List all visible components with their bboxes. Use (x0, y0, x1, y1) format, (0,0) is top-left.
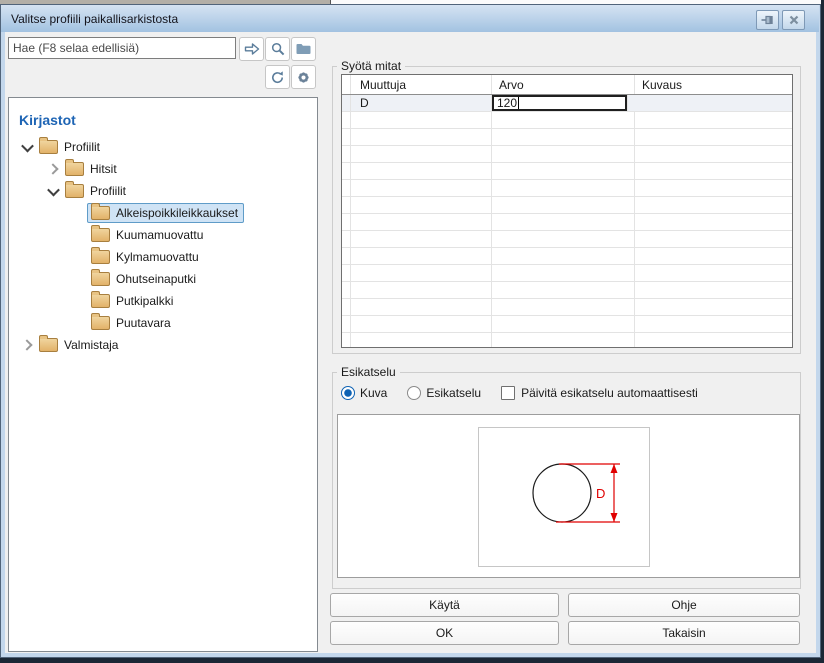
preview-controls: Kuva Esikatselu Päivitä esikatselu autom… (341, 386, 718, 400)
search-input[interactable] (8, 37, 236, 59)
dimension-d-label: D (596, 486, 605, 501)
column-header-muuttuja[interactable]: Muuttuja (351, 75, 492, 94)
table-row-empty[interactable] (342, 265, 792, 282)
preview-canvas: D (337, 414, 800, 578)
refresh-button[interactable] (265, 65, 290, 89)
folder-icon (91, 228, 110, 242)
dimension-table-empty-rows (342, 112, 792, 348)
folder-icon (91, 250, 110, 264)
tree-item-kuumamuovattu[interactable]: Kuumamuovattu (9, 224, 317, 246)
chevron-right-icon[interactable] (45, 161, 61, 177)
tree-item-ohutseinaputki[interactable]: Ohutseinaputki (9, 268, 317, 290)
profile-preview-image: D (478, 427, 650, 567)
text-caret (518, 97, 519, 109)
help-button[interactable]: Ohje (568, 593, 800, 617)
tree-item-putkipalkki[interactable]: Putkipalkki (9, 290, 317, 312)
table-row-empty[interactable] (342, 333, 792, 348)
tree-heading: Kirjastot (19, 112, 317, 128)
folder-icon (39, 338, 58, 352)
folder-icon (65, 162, 84, 176)
folder-icon (91, 206, 110, 220)
circle-profile-drawing: D (479, 428, 649, 566)
table-row-empty[interactable] (342, 214, 792, 231)
dialog-title: Valitse profiili paikallisarkistosta (11, 12, 178, 26)
apply-button[interactable]: Käytä (330, 593, 559, 617)
table-row-empty[interactable] (342, 163, 792, 180)
value-input[interactable]: 120 (492, 95, 627, 111)
library-tree-panel: Kirjastot Profiilit Hitsit Profiilit Alk… (8, 97, 318, 652)
radio-esikatselu-label[interactable]: Esikatselu (426, 386, 481, 400)
tree-item-alkeispoikkileikkaukset[interactable]: Alkeispoikkileikkaukset (9, 202, 317, 224)
screen: Valitse profiili paikallisarkistosta (0, 0, 824, 663)
tree-item-valmistaja[interactable]: Valmistaja (9, 334, 317, 356)
table-row-empty[interactable] (342, 282, 792, 299)
cell-description-d[interactable] (628, 95, 792, 111)
table-row-empty[interactable] (342, 248, 792, 265)
chevron-down-icon[interactable] (19, 139, 35, 155)
tree-item-kylmamuovattu[interactable]: Kylmamuovattu (9, 246, 317, 268)
cell-value-d[interactable]: 120 (492, 95, 628, 111)
tree-item-profiilit-root[interactable]: Profiilit (9, 136, 317, 158)
dialog-titlebar[interactable]: Valitse profiili paikallisarkistosta (1, 5, 819, 32)
search-icon (271, 42, 285, 56)
folder-icon (91, 272, 110, 286)
table-header-row: Muuttuja Arvo Kuvaus (342, 75, 792, 95)
tree-item-profiilit-sub[interactable]: Profiilit (9, 180, 317, 202)
settings-button[interactable] (291, 65, 316, 89)
table-row-empty[interactable] (342, 197, 792, 214)
browse-folder-button[interactable] (291, 37, 316, 61)
close-icon (789, 15, 799, 25)
table-row-empty[interactable] (342, 146, 792, 163)
table-row-d[interactable]: D 120 (342, 95, 792, 112)
pin-icon (761, 14, 774, 26)
table-row-empty[interactable] (342, 129, 792, 146)
table-row-empty[interactable] (342, 112, 792, 129)
go-arrow-icon (244, 42, 260, 56)
chevron-down-icon[interactable] (45, 183, 61, 199)
back-button[interactable]: Takaisin (568, 621, 800, 645)
cell-variable-d[interactable]: D (351, 95, 492, 111)
dimensions-groupbox: Syötä mitat Muuttuja Arvo Kuvaus D 120 (332, 66, 801, 354)
search-go-button[interactable] (239, 37, 264, 61)
table-row-empty[interactable] (342, 180, 792, 197)
radio-esikatselu[interactable] (407, 386, 421, 400)
folder-icon (65, 184, 84, 198)
tree-item-hitsit[interactable]: Hitsit (9, 158, 317, 180)
folder-icon (39, 140, 58, 154)
dimension-table: Muuttuja Arvo Kuvaus D 120 (341, 74, 793, 348)
dimensions-group-label: Syötä mitat (337, 59, 405, 73)
folder-icon (91, 294, 110, 308)
table-row-empty[interactable] (342, 231, 792, 248)
column-header-arvo[interactable]: Arvo (492, 75, 635, 94)
refresh-icon (270, 70, 285, 85)
preview-group-label: Esikatselu (337, 365, 400, 379)
radio-kuva-label[interactable]: Kuva (360, 386, 387, 400)
radio-kuva[interactable] (341, 386, 355, 400)
folder-browse-icon (296, 43, 311, 55)
table-row-empty[interactable] (342, 299, 792, 316)
search-magnify-button[interactable] (265, 37, 290, 61)
folder-icon (91, 316, 110, 330)
pin-button[interactable] (756, 10, 779, 30)
close-button[interactable] (782, 10, 805, 30)
tree-item-puutavara[interactable]: Puutavara (9, 312, 317, 334)
chevron-right-icon[interactable] (19, 337, 35, 353)
ok-button[interactable]: OK (330, 621, 559, 645)
checkbox-auto-update[interactable] (501, 386, 515, 400)
checkbox-auto-update-label[interactable]: Päivitä esikatselu automaattisesti (521, 386, 698, 400)
preview-groupbox: Esikatselu Kuva Esikatselu Päivitä esika… (332, 372, 801, 589)
column-header-kuvaus[interactable]: Kuvaus (635, 75, 792, 94)
table-row-empty[interactable] (342, 316, 792, 333)
gear-icon (296, 70, 311, 85)
